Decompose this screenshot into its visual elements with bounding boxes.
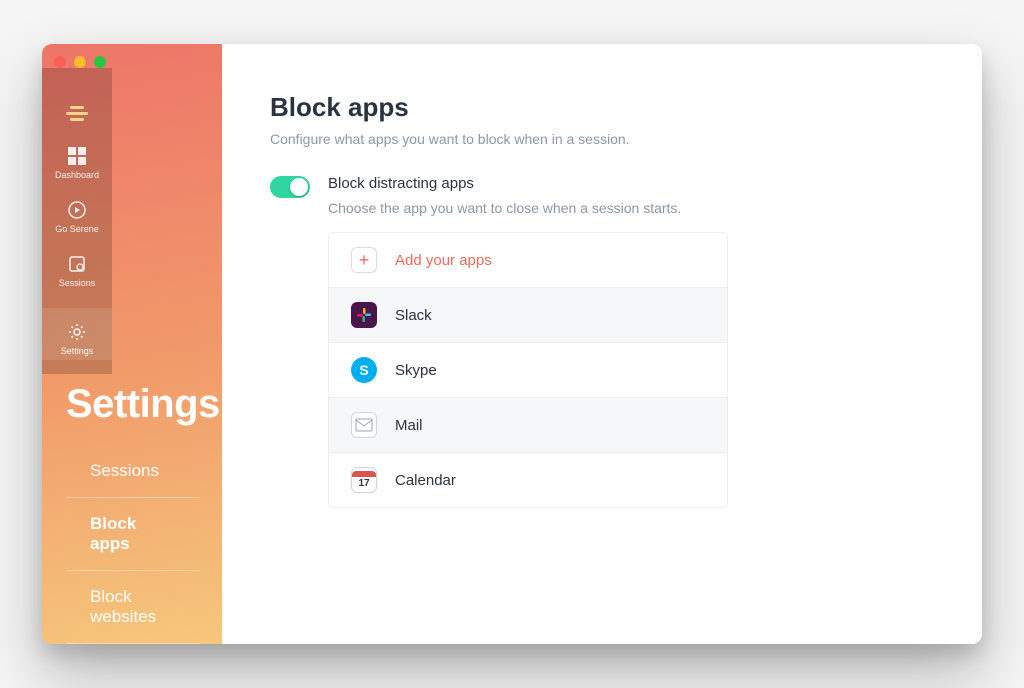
page-subtitle: Configure what apps you want to block wh… xyxy=(270,131,934,147)
nav-label: Settings xyxy=(61,346,94,356)
plus-icon: + xyxy=(351,247,377,273)
nav-dashboard[interactable]: Dashboard xyxy=(55,146,99,180)
toggle-sublabel: Choose the app you want to close when a … xyxy=(328,200,728,216)
nav-rail: Dashboard Go Serene Sessions Settings xyxy=(42,68,112,374)
nav-settings[interactable]: Settings xyxy=(42,308,112,360)
settings-sidebar: Dashboard Go Serene Sessions Settings xyxy=(42,44,222,644)
app-row-slack[interactable]: Slack xyxy=(329,288,727,343)
window-controls xyxy=(54,56,106,68)
sidebar-item-sessions[interactable]: Sessions xyxy=(66,445,200,498)
skype-icon: S xyxy=(351,357,377,383)
sidebar-item-block-websites[interactable]: Block websites xyxy=(66,571,200,644)
minimize-window-button[interactable] xyxy=(74,56,86,68)
nav-label: Sessions xyxy=(59,278,96,288)
toggle-label: Block distracting apps xyxy=(328,175,728,192)
add-apps-label: Add your apps xyxy=(395,252,492,269)
app-row-skype[interactable]: S Skype xyxy=(329,343,727,398)
page-heading: Block apps xyxy=(270,92,934,123)
app-name: Slack xyxy=(395,307,432,324)
close-window-button[interactable] xyxy=(54,56,66,68)
play-circle-icon xyxy=(67,200,87,220)
app-window: Dashboard Go Serene Sessions Settings xyxy=(42,44,982,644)
sidebar-title: Settings xyxy=(42,374,222,445)
app-name: Calendar xyxy=(395,472,456,489)
slack-icon xyxy=(351,302,377,328)
main-content: Block apps Configure what apps you want … xyxy=(222,44,982,644)
nav-go-serene[interactable]: Go Serene xyxy=(55,200,99,234)
blocked-apps-list: + Add your apps Slack S Skype xyxy=(328,232,728,508)
add-apps-button[interactable]: + Add your apps xyxy=(329,233,727,288)
calendar-icon: 17 xyxy=(351,467,377,493)
nav-label: Dashboard xyxy=(55,170,99,180)
block-apps-toggle[interactable] xyxy=(270,176,310,198)
nav-label: Go Serene xyxy=(55,224,99,234)
app-row-mail[interactable]: Mail xyxy=(329,398,727,453)
app-name: Skype xyxy=(395,362,437,379)
app-row-calendar[interactable]: 17 Calendar xyxy=(329,453,727,507)
dashboard-icon xyxy=(67,146,87,166)
sidebar-item-block-apps[interactable]: Block apps xyxy=(66,498,200,571)
nav-sessions[interactable]: Sessions xyxy=(59,254,96,288)
app-name: Mail xyxy=(395,417,423,434)
fullscreen-window-button[interactable] xyxy=(94,56,106,68)
app-logo-icon xyxy=(66,106,88,124)
sessions-icon xyxy=(67,254,87,274)
mail-icon xyxy=(351,412,377,438)
gear-icon xyxy=(67,322,87,342)
